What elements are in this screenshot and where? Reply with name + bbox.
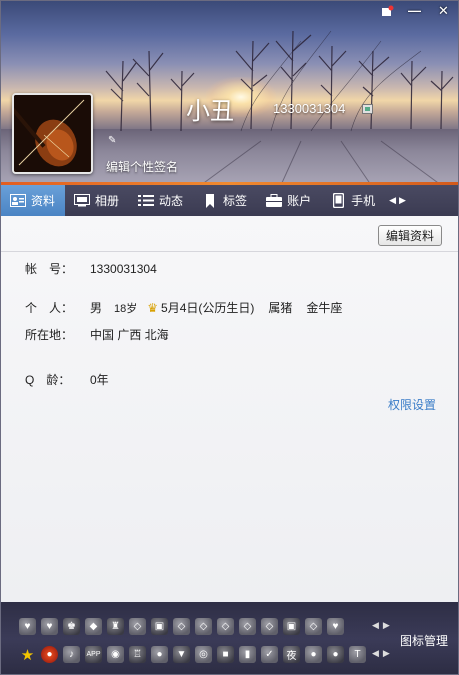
badge-row-1-arrows: ◀ ▶	[372, 620, 390, 631]
check-badge-icon[interactable]: ✓	[261, 646, 278, 663]
scroll-left-icon[interactable]: ◀	[372, 648, 379, 659]
badge-row-2: ★ ● ♪ APP ◉ ♖ ● ▼ ◎ ■ ▮ ✓ 夜 ● ● T	[19, 646, 366, 664]
icon-manage-button[interactable]: 图标管理	[400, 632, 448, 649]
tab-label: 相册	[95, 194, 120, 208]
diamond-badge-icon[interactable]: ◇	[239, 618, 256, 635]
tab-profile[interactable]: 资料	[1, 185, 66, 216]
scroll-left-icon[interactable]: ◀	[372, 620, 379, 631]
minimize-button[interactable]: —	[400, 1, 429, 20]
violin-icon	[14, 95, 91, 172]
id-card-icon[interactable]	[362, 104, 373, 114]
person-label: 个 人：	[25, 301, 74, 315]
edit-profile-button[interactable]: 编辑资料	[378, 225, 442, 246]
crown-badge-icon[interactable]: ♚	[63, 618, 80, 635]
chat-badge-icon[interactable]: ●	[151, 646, 168, 663]
id-badge-icon[interactable]: ▣	[151, 618, 168, 635]
nickname: 小丑	[186, 97, 234, 125]
tab-mobile[interactable]: 手机	[321, 185, 385, 216]
diamond-badge-icon[interactable]: ◆	[85, 618, 102, 635]
music-badge-icon[interactable]: ♪	[63, 646, 80, 663]
tab-album[interactable]: 相册	[65, 185, 129, 216]
permission-settings-link[interactable]: 权限设置	[388, 396, 436, 413]
tab-scroll-right-icon[interactable]: ▶	[399, 195, 406, 206]
camera-badge-icon[interactable]: ◉	[107, 646, 124, 663]
profile-header-cover: — ✕ 小丑 1330031304 ✎ 编辑个性签名	[1, 1, 458, 185]
tab-account[interactable]: 账户	[257, 185, 321, 216]
diamond-badge-icon[interactable]: ◇	[305, 618, 322, 635]
tab-scroll-left-icon[interactable]: ◀	[389, 195, 396, 206]
profile-card-icon	[10, 194, 26, 208]
skin-icon[interactable]	[374, 1, 400, 20]
tab-scroll-arrows: ◀ ▶	[385, 185, 406, 216]
tab-label: 动态	[159, 194, 184, 208]
scroll-right-icon[interactable]: ▶	[383, 620, 390, 631]
qage-label: Q 龄：	[25, 373, 71, 387]
profile-window: — ✕ 小丑 1330031304 ✎ 编辑个性签名 资料 相册 动态 标签 账…	[0, 0, 459, 675]
diamond-badge-icon[interactable]: ◇	[261, 618, 278, 635]
tab-label: 手机	[351, 194, 376, 208]
qage-value: 0年	[90, 373, 109, 387]
account-row: 帐 号： 1330031304	[25, 260, 171, 277]
signature-edit-icon[interactable]: ✎	[108, 135, 120, 146]
gift-badge-icon[interactable]: ■	[217, 646, 234, 663]
shield-badge-icon[interactable]: ▼	[173, 646, 190, 663]
diamond-badge-icon[interactable]: ◇	[129, 618, 146, 635]
heart-badge-icon[interactable]: ♥	[327, 618, 344, 635]
profile-content: 编辑资料 帐 号： 1330031304 个 人： 男 18岁 ♛ 5月4日(公…	[1, 216, 458, 602]
tab-feed[interactable]: 动态	[129, 185, 193, 216]
bookmark-tag-icon	[202, 193, 218, 208]
badge-row-2-arrows: ◀ ▶	[372, 648, 390, 659]
qage-row: Q 龄： 0年	[25, 371, 123, 388]
account-label: 帐 号：	[25, 262, 74, 276]
briefcase-icon	[266, 194, 283, 208]
app-badge-icon[interactable]: APP	[85, 646, 102, 663]
badge-icon-bar: ♥ ♥ ♚ ◆ ♜ ◇ ▣ ◇ ◇ ◇ ◇ ◇ ▣ ◇ ♥ ◀ ▶ ★ ● ♪ …	[1, 602, 458, 674]
age-value: 18岁	[114, 302, 138, 315]
gender-value: 男	[90, 301, 103, 315]
content-divider	[1, 251, 458, 252]
id-badge-icon[interactable]: ▣	[283, 618, 300, 635]
heart-badge-icon[interactable]: ♥	[19, 618, 36, 635]
tab-label: 标签	[223, 194, 248, 208]
star-badge-icon[interactable]: ★	[19, 646, 36, 664]
close-button[interactable]: ✕	[429, 1, 458, 20]
diamond-badge-icon[interactable]: ◇	[217, 618, 234, 635]
badge-row-1: ♥ ♥ ♚ ◆ ♜ ◇ ▣ ◇ ◇ ◇ ◇ ◇ ▣ ◇ ♥	[19, 618, 344, 635]
account-value: 1330031304	[90, 261, 157, 276]
tool-badge-icon[interactable]: T	[349, 646, 366, 663]
crown-icon: ♛	[147, 300, 159, 315]
profile-tabs: 资料 相册 动态 标签 账户 手机 ◀ ▶	[1, 185, 458, 216]
cat-badge-icon[interactable]: ●	[305, 646, 322, 663]
game-badge-icon[interactable]: ♖	[129, 646, 146, 663]
location-label: 所在地：	[25, 328, 74, 342]
diamond-badge-icon[interactable]: ◇	[173, 618, 190, 635]
bear-badge-icon[interactable]: ●	[327, 646, 344, 663]
avatar[interactable]	[12, 93, 93, 174]
tab-label: 账户	[287, 194, 312, 208]
bag-badge-icon[interactable]: ▮	[239, 646, 256, 663]
tab-label: 资料	[31, 194, 56, 208]
window-controls: — ✕	[374, 1, 458, 20]
zodiac-value: 属猪	[268, 301, 293, 315]
scroll-right-icon[interactable]: ▶	[383, 648, 390, 659]
photo-album-icon	[74, 194, 91, 208]
constellation-value: 金牛座	[306, 301, 343, 315]
heart-badge-icon[interactable]: ♥	[41, 618, 58, 635]
person-row: 个 人： 男 18岁 ♛ 5月4日(公历生日) 属猪 金牛座	[25, 299, 356, 316]
swirl-badge-icon[interactable]: ◎	[195, 646, 212, 663]
birthday-value: 5月4日(公历生日)	[161, 301, 255, 315]
diamond-badge-icon[interactable]: ◇	[195, 618, 212, 635]
qq-number: 1330031304	[273, 101, 346, 116]
night-badge-icon[interactable]: 夜	[283, 646, 300, 663]
mobile-phone-icon	[330, 193, 346, 208]
cake-badge-icon[interactable]: ♜	[107, 618, 124, 635]
location-value: 中国 广西 北海	[90, 328, 169, 342]
feed-list-icon	[138, 194, 155, 208]
signature-field[interactable]: 编辑个性签名	[106, 158, 178, 175]
location-row: 所在地： 中国 广西 北海	[25, 326, 183, 343]
qq-penguin-icon[interactable]: ●	[41, 646, 58, 663]
tab-tags[interactable]: 标签	[193, 185, 257, 216]
